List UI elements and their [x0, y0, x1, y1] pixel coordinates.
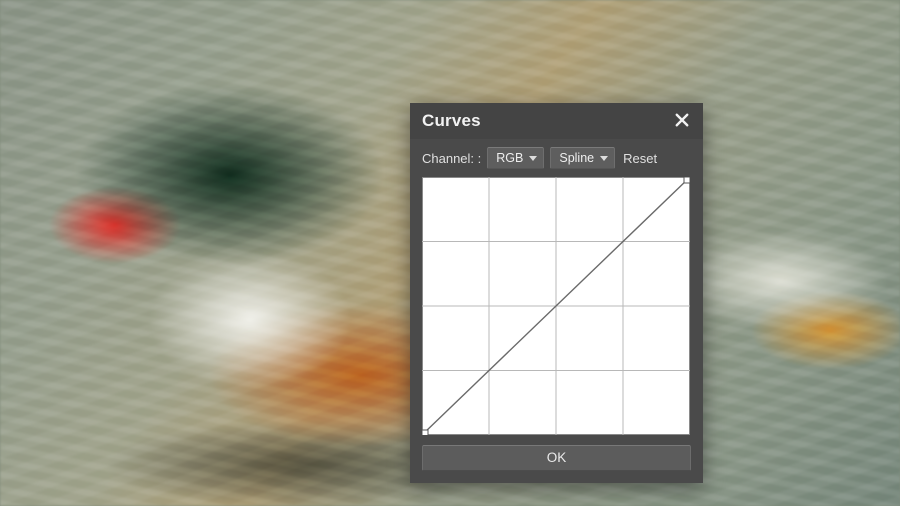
controls-row: Channel: : RGB Spline Reset	[422, 147, 691, 169]
chevron-down-icon	[600, 156, 608, 161]
dialog-titlebar[interactable]: Curves	[410, 103, 703, 139]
channel-select-value: RGB	[496, 151, 523, 165]
close-button[interactable]	[671, 110, 693, 132]
curve-handle-shadow[interactable]	[422, 430, 428, 435]
curve-handle-highlight[interactable]	[684, 177, 690, 183]
channel-select[interactable]: RGB	[487, 147, 544, 169]
channel-label: Channel: :	[422, 151, 481, 166]
curves-dialog: Curves Channel: : RGB Spline Reset	[410, 103, 703, 483]
reset-button[interactable]: Reset	[623, 151, 657, 166]
dialog-body: Channel: : RGB Spline Reset	[410, 139, 703, 483]
curve-type-select[interactable]: Spline	[550, 147, 615, 169]
curves-graph[interactable]	[422, 177, 690, 435]
curve-type-select-value: Spline	[559, 151, 594, 165]
dialog-title: Curves	[422, 111, 481, 131]
ok-button[interactable]: OK	[422, 445, 691, 471]
close-icon	[673, 111, 691, 132]
chevron-down-icon	[529, 156, 537, 161]
